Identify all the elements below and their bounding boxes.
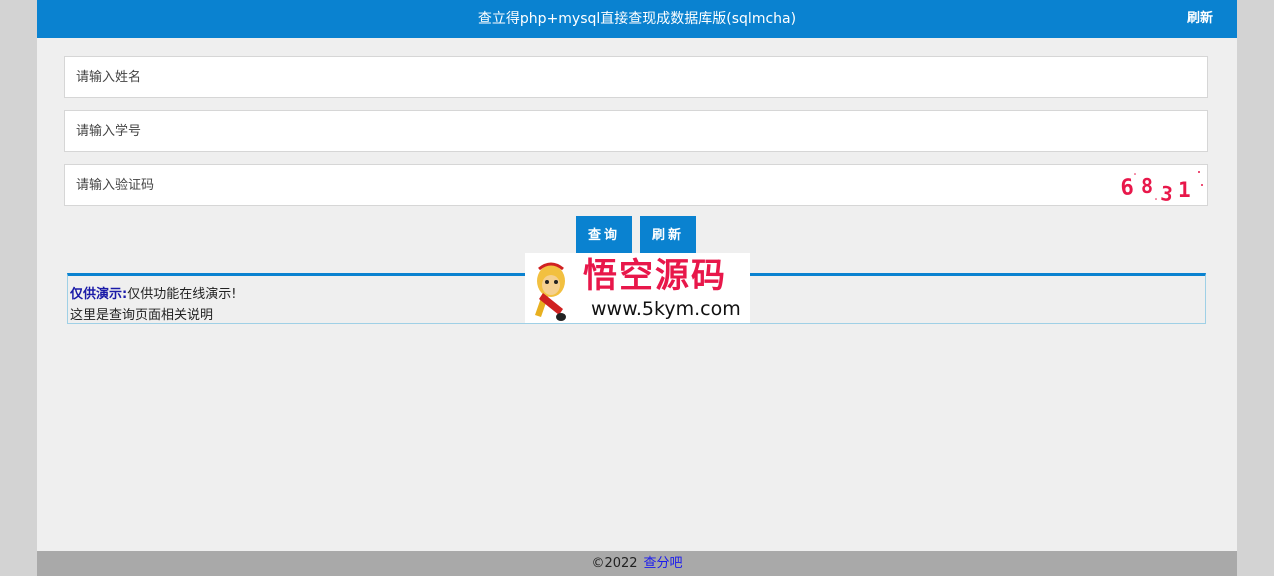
- name-field: [64, 56, 1208, 98]
- captcha-input[interactable]: [65, 165, 1065, 205]
- watermark-logo: 悟空源码 www.5kym.com: [525, 253, 750, 323]
- footer-link[interactable]: 查分吧: [644, 556, 683, 571]
- svg-text:1: 1: [1178, 178, 1191, 202]
- footer-copyright: ©2022: [591, 556, 638, 571]
- page-title: 查立得php+mysql直接查现成数据库版(sqlmcha): [477, 11, 797, 27]
- watermark-title: 悟空源码: [583, 256, 727, 296]
- notice-line: 仅供演示:仅供功能在线演示!: [70, 283, 236, 302]
- svg-text:3: 3: [1159, 181, 1173, 203]
- svg-text:8: 8: [1141, 174, 1153, 198]
- top-bar: 查立得php+mysql直接查现成数据库版(sqlmcha) 刷新: [37, 0, 1237, 38]
- notice-label: 仅供演示:: [70, 287, 128, 302]
- query-button[interactable]: 查询: [576, 216, 632, 254]
- notice-description: 这里是查询页面相关说明: [70, 308, 214, 323]
- student-id-input[interactable]: [65, 111, 1065, 151]
- refresh-button[interactable]: 刷新: [640, 216, 696, 254]
- name-input[interactable]: [65, 57, 1065, 97]
- page-container: 查立得php+mysql直接查现成数据库版(sqlmcha) 刷新 6 8 3 …: [37, 0, 1237, 576]
- header-refresh-link[interactable]: 刷新: [1187, 0, 1213, 38]
- footer: ©2022 查分吧: [37, 551, 1237, 576]
- student-id-field: [64, 110, 1208, 152]
- captcha-field: 6 8 3 1: [64, 164, 1208, 206]
- captcha-image[interactable]: 6 8 3 1: [1109, 169, 1203, 203]
- watermark-url: www.5kym.com: [591, 298, 741, 320]
- notice-text: 仅供功能在线演示!: [127, 287, 237, 302]
- svg-text:6: 6: [1120, 175, 1135, 201]
